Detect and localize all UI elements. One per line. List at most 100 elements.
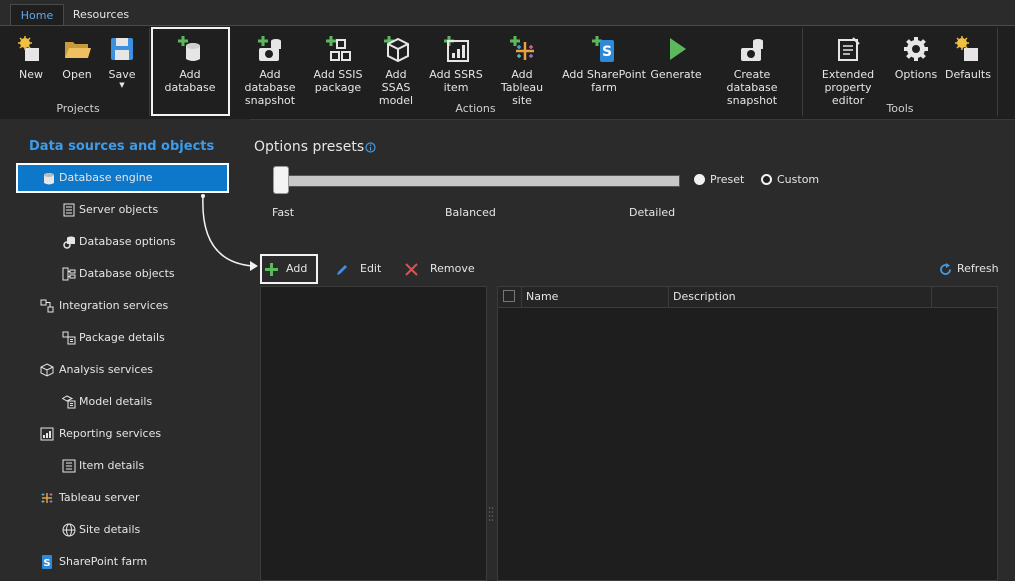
gear-icon xyxy=(904,37,928,61)
remove-label: Remove xyxy=(430,262,475,275)
add-sharepoint-icon: S xyxy=(592,36,614,62)
add-ssrs-label-1: Add SSRS xyxy=(429,68,483,81)
sidebar: Data sources and objects Database engine… xyxy=(0,119,250,579)
sidebar-item-analysis-services[interactable]: Analysis services xyxy=(40,355,240,385)
property-editor-icon xyxy=(838,37,860,61)
sidebar-item-label: Reporting services xyxy=(59,427,162,440)
add-tableau-label-1: Add Tableau xyxy=(500,68,544,94)
svg-text:S: S xyxy=(602,44,612,60)
tab-resources[interactable]: Resources xyxy=(66,4,136,26)
preset-slider-thumb[interactable] xyxy=(273,166,289,194)
add-button[interactable]: Add xyxy=(260,254,318,284)
add-database-highlight xyxy=(151,27,230,116)
preset-radio[interactable] xyxy=(694,174,705,185)
play-icon xyxy=(670,38,686,60)
sidebar-item-label: Analysis services xyxy=(59,363,153,376)
tableau-icon xyxy=(41,493,53,503)
add-ssas-model-button[interactable]: Add SSAS model xyxy=(370,30,422,107)
chevron-down-icon[interactable]: ▼ xyxy=(102,81,142,90)
pencil-icon xyxy=(337,265,347,275)
column-header-description[interactable]: Description xyxy=(669,287,932,307)
add-ssas-label-1: Add SSAS xyxy=(381,68,411,94)
sidebar-item-label: Integration services xyxy=(59,299,169,312)
sidebar-item-sharepoint-farm[interactable]: S SharePoint farm xyxy=(40,547,240,577)
svg-text:S: S xyxy=(43,558,50,569)
column-header-name[interactable]: Name xyxy=(522,287,669,307)
grid-header: Name Description xyxy=(498,287,997,308)
add-tableau-icon xyxy=(510,36,534,60)
defaults-icon xyxy=(955,36,978,61)
sidebar-item-label: Database objects xyxy=(79,267,175,280)
integration-services-icon xyxy=(40,299,54,313)
add-database-snapshot-button[interactable]: Add database snapshot xyxy=(234,30,306,107)
preset-slider-track[interactable] xyxy=(280,175,680,187)
cube-icon xyxy=(40,363,54,377)
database-icon xyxy=(44,173,54,185)
database-objects-icon xyxy=(62,267,76,281)
camera-database-icon xyxy=(741,39,763,61)
edit-button[interactable]: Edit xyxy=(335,254,383,284)
sidebar-item-reporting-services[interactable]: Reporting services xyxy=(40,419,240,449)
sidebar-item-database-engine[interactable]: Database engine xyxy=(16,163,229,193)
item-details-icon xyxy=(62,459,76,473)
sidebar-item-label: Model details xyxy=(79,395,153,408)
globe-icon xyxy=(62,523,76,537)
custom-radio[interactable] xyxy=(761,174,772,185)
sidebar-item-tableau-server[interactable]: Tableau server xyxy=(40,483,240,513)
add-sharepoint-farm-button[interactable]: S Add SharePoint farm xyxy=(562,30,646,94)
create-database-snapshot-button[interactable]: Create database snapshot xyxy=(708,30,796,107)
options-presets-title: Options presets xyxy=(254,139,365,155)
add-ssis-package-button[interactable]: Add SSIS package xyxy=(312,30,364,94)
add-tableau-site-button[interactable]: Add Tableau site xyxy=(490,30,554,107)
save-label: Save xyxy=(108,68,136,81)
sidebar-item-item-details[interactable]: Item details xyxy=(60,451,240,481)
sidebar-item-label: Site details xyxy=(79,523,141,536)
create-snapshot-label-1: Create database xyxy=(726,68,778,94)
select-all-checkbox[interactable] xyxy=(503,290,515,302)
tick-detailed: Detailed xyxy=(629,206,676,219)
sidebar-item-model-details[interactable]: Model details xyxy=(60,387,240,417)
plus-icon xyxy=(265,263,278,276)
group-label-actions: Actions xyxy=(455,102,496,115)
package-details-icon xyxy=(62,331,76,345)
refresh-button[interactable]: Refresh xyxy=(939,254,999,284)
ribbon-tab-bar: Home Resources xyxy=(0,0,1015,27)
new-button[interactable]: New xyxy=(10,30,52,81)
save-disk-icon xyxy=(111,38,133,60)
x-icon xyxy=(405,263,418,276)
new-file-icon xyxy=(18,36,39,61)
defaults-button[interactable]: Defaults xyxy=(944,30,992,81)
options-label: Options xyxy=(894,68,938,81)
add-snapshot-icon xyxy=(258,36,281,61)
tick-fast: Fast xyxy=(272,206,295,219)
edit-label: Edit xyxy=(360,262,382,275)
add-ssis-label-2: package xyxy=(314,81,362,94)
options-button[interactable]: Options xyxy=(892,30,940,81)
extended-property-editor-button[interactable]: Extended property editor xyxy=(808,30,888,107)
sidebar-item-label: Database engine xyxy=(59,171,153,184)
sidebar-item-package-details[interactable]: Package details xyxy=(60,323,240,353)
server-objects-icon xyxy=(63,203,75,217)
sidebar-item-label: Server objects xyxy=(79,203,159,216)
open-button[interactable]: Open xyxy=(56,30,98,81)
add-database-snapshot-label-1: Add database xyxy=(244,68,296,94)
tab-home[interactable]: Home xyxy=(10,4,64,27)
refresh-label: Refresh xyxy=(957,262,999,275)
preset-radio-label: Preset xyxy=(710,173,745,186)
sidebar-item-integration-services[interactable]: Integration services xyxy=(40,291,240,321)
ribbon-separator xyxy=(802,28,803,116)
sidebar-item-label: Package details xyxy=(79,331,165,344)
folder-open-icon xyxy=(65,42,91,58)
splitter-grip[interactable] xyxy=(488,505,494,523)
custom-radio-label: Custom xyxy=(777,173,820,186)
sidebar-item-site-details[interactable]: Site details xyxy=(60,515,240,545)
info-icon[interactable] xyxy=(365,142,376,153)
generate-button[interactable]: Generate xyxy=(650,30,702,81)
add-ssrs-label-2: item xyxy=(443,81,469,94)
add-ssrs-item-button[interactable]: Add SSRS item xyxy=(428,30,484,94)
save-button[interactable]: Save ▼ xyxy=(102,30,142,90)
source-list-panel[interactable] xyxy=(260,286,487,581)
sidebar-item-label: Database options xyxy=(79,235,176,248)
remove-button[interactable]: Remove xyxy=(405,254,475,284)
defaults-label: Defaults xyxy=(945,68,991,81)
